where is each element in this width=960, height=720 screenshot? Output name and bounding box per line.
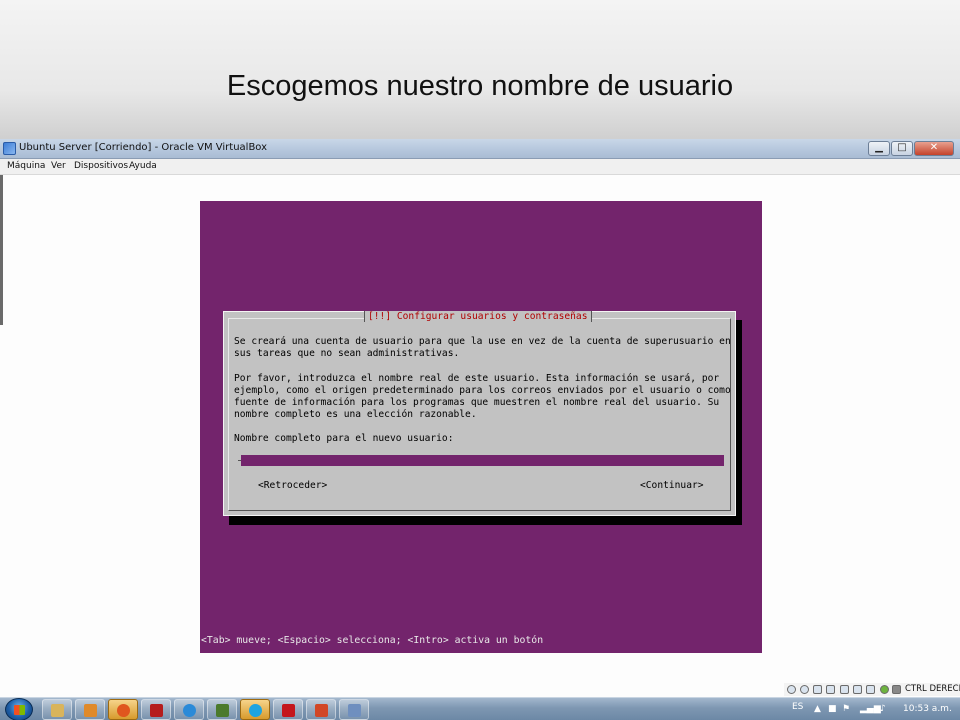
menu-maquina[interactable]: Máquina: [7, 161, 45, 171]
virtualbox-taskbar-icon: [348, 704, 361, 717]
windows-logo-icon: [14, 705, 25, 715]
menu-ayuda[interactable]: Ayuda: [129, 161, 157, 171]
display-icon[interactable]: [853, 685, 862, 694]
dialog-title: [!!] Configurar usuarios y contraseñas: [364, 311, 592, 322]
paragraph2-line: fuente de información para los programas…: [234, 397, 720, 408]
close-button[interactable]: ✕: [914, 141, 954, 156]
network-icon[interactable]: [826, 685, 835, 694]
back-button[interactable]: <Retroceder>: [258, 480, 327, 491]
taskbar-ie[interactable]: [174, 699, 204, 720]
virtualbox-window: Ubuntu Server [Corriendo] - Oracle VM Vi…: [0, 139, 960, 697]
host-key-label: CTRL DERECHA: [905, 684, 960, 694]
powerpoint-icon: [315, 704, 328, 717]
minimize-button[interactable]: ▁: [868, 141, 890, 156]
taskbar-virtualbox[interactable]: [339, 699, 369, 720]
paragraph2-line: Por favor, introduzca el nombre real de …: [234, 373, 720, 384]
usb-icon[interactable]: [813, 685, 822, 694]
menubar: Máquina Ver Dispositivos Ayuda: [0, 159, 960, 175]
keyboard-help: <Tab> mueve; <Espacio> selecciona; <Intr…: [201, 635, 544, 646]
taskbar-flash[interactable]: [141, 699, 171, 720]
language-indicator[interactable]: ES: [792, 702, 803, 712]
video-capture-icon[interactable]: [866, 685, 875, 694]
paragraph1-line: Se creará una cuenta de usuario para que…: [234, 336, 731, 347]
media-player-icon: [84, 704, 97, 717]
dreamweaver-icon: [216, 704, 229, 717]
taskbar-explorer[interactable]: [42, 699, 72, 720]
fullname-input[interactable]: [241, 455, 724, 466]
window-edge: [0, 175, 3, 325]
paragraph2-line: nombre completo es una elección razonabl…: [234, 409, 477, 420]
vbox-status-bar: CTRL DERECHA: [784, 683, 960, 696]
network-signal-icon[interactable]: ▂▄▆: [860, 704, 881, 714]
volume-icon[interactable]: ♪: [880, 704, 886, 714]
fullname-prompt: Nombre completo para el nuevo usuario:: [234, 433, 454, 444]
maximize-icon: □: [897, 142, 907, 153]
taskbar-firefox[interactable]: [108, 699, 138, 720]
maximize-button[interactable]: □: [891, 141, 913, 156]
continue-button[interactable]: <Continuar>: [640, 480, 704, 491]
taskbar-acrobat[interactable]: [273, 699, 303, 720]
start-button[interactable]: [5, 698, 33, 720]
folder-icon: [51, 704, 64, 717]
internet-explorer-icon: [183, 704, 196, 717]
firefox-icon: [117, 704, 130, 717]
harddisk-icon[interactable]: [787, 685, 796, 694]
window-controls: ▁ □ ✕: [867, 141, 954, 156]
paragraph1-line: sus tareas que no sean administrativas.: [234, 348, 460, 359]
host-key-icon: [892, 685, 901, 694]
taskbar: ES ▲ ■ ⚑ ▂▄▆ ♪ 10:53 a.m.: [0, 697, 960, 720]
paragraph2-line: ejemplo, como el origen predeterminado p…: [234, 385, 731, 396]
vm-display[interactable]: [!!] Configurar usuarios y contraseñas S…: [200, 201, 762, 653]
installer-dialog: [!!] Configurar usuarios y contraseñas S…: [223, 311, 736, 516]
taskbar-media-player[interactable]: [75, 699, 105, 720]
menu-dispositivos[interactable]: Dispositivos: [74, 161, 128, 171]
acrobat-icon: [282, 704, 295, 717]
skype-icon: [249, 704, 262, 717]
tray-app-icon[interactable]: ■: [828, 704, 837, 714]
action-center-icon[interactable]: ⚑: [842, 704, 850, 714]
taskbar-skype[interactable]: [240, 699, 270, 720]
clock[interactable]: 10:53 a.m.: [903, 704, 952, 714]
taskbar-dreamweaver[interactable]: [207, 699, 237, 720]
flash-icon: [150, 704, 163, 717]
window-title: Ubuntu Server [Corriendo] - Oracle VM Vi…: [19, 142, 268, 153]
slide-title: Escogemos nuestro nombre de usuario: [226, 70, 734, 102]
menu-ver[interactable]: Ver: [51, 161, 66, 171]
taskbar-powerpoint[interactable]: [306, 699, 336, 720]
shared-folders-icon[interactable]: [840, 685, 849, 694]
show-hidden-icons[interactable]: ▲: [814, 704, 821, 714]
close-icon: ✕: [929, 142, 939, 153]
window-titlebar[interactable]: Ubuntu Server [Corriendo] - Oracle VM Vi…: [0, 139, 960, 159]
minimize-icon: ▁: [875, 142, 883, 153]
guest-additions-icon[interactable]: [880, 685, 889, 694]
optical-drive-icon[interactable]: [800, 685, 809, 694]
system-tray: ES ▲ ■ ⚑ ▂▄▆ ♪ 10:53 a.m.: [780, 698, 960, 720]
virtualbox-icon: [3, 142, 16, 155]
